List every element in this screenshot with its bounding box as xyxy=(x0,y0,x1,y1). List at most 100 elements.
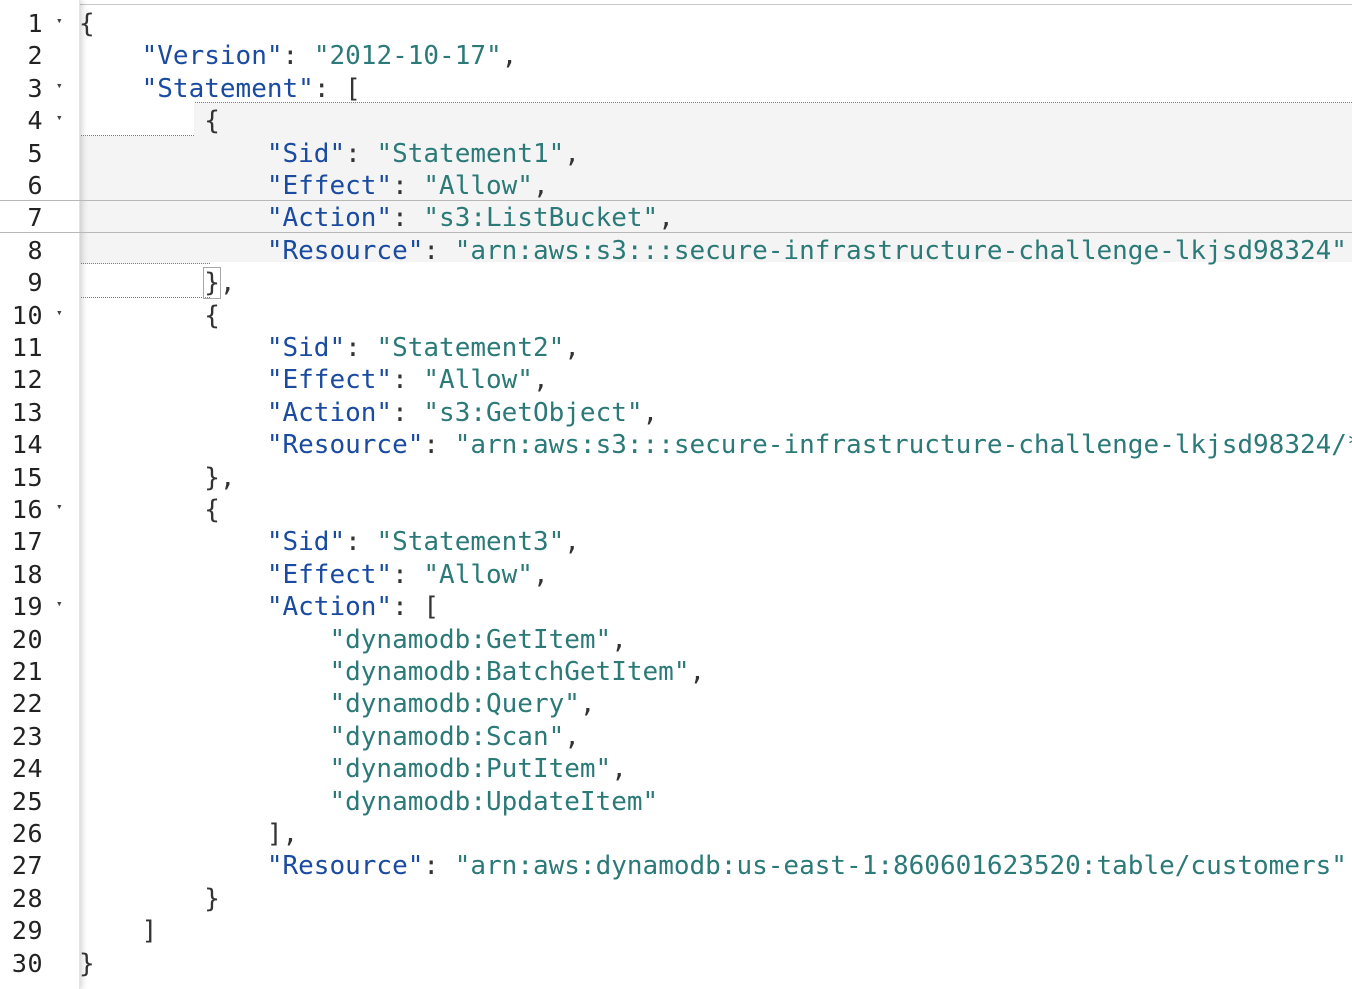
json-punctuation-token: , xyxy=(564,527,580,558)
line-number: 26 xyxy=(11,819,43,848)
fold-arrow-icon[interactable]: ▾ xyxy=(56,300,63,326)
gutter-line: 27 xyxy=(0,850,79,882)
line-number: 12 xyxy=(11,365,43,395)
code-line[interactable]: { xyxy=(79,105,220,137)
line-number: 3 xyxy=(27,73,43,103)
json-punctuation-token: , xyxy=(579,689,596,720)
json-punctuation-token: ], xyxy=(266,819,299,849)
json-string-token: "dynamodb:Query" xyxy=(329,689,580,720)
code-line[interactable]: "Action": [ xyxy=(79,591,439,623)
line-number: 8 xyxy=(27,235,43,265)
code-line[interactable]: "dynamodb:Scan", xyxy=(79,721,579,753)
json-punctuation-token: , xyxy=(532,559,549,590)
gutter-line: 4 ▾ xyxy=(0,105,79,137)
code-line[interactable]: "dynamodb:BatchGetItem", xyxy=(79,656,705,688)
json-key-token: "Statement" xyxy=(141,73,314,104)
code-line[interactable]: "Version": "2012-10-17", xyxy=(79,40,518,72)
json-punctuation-token: : xyxy=(282,41,314,72)
code-line[interactable]: "dynamodb:Query", xyxy=(79,688,596,720)
json-key-token: "Resource" xyxy=(266,235,424,266)
gutter-line: 24 xyxy=(0,753,79,785)
gutter-line: 10 ▾ xyxy=(0,300,79,332)
code-line[interactable]: "Resource": "arn:aws:s3:::secure-infrast… xyxy=(79,429,1352,461)
code-line[interactable]: ], xyxy=(79,818,298,850)
json-key-token: "Effect" xyxy=(266,559,393,590)
json-string-token: "arn:aws:dynamodb:us-east-1:860601623520… xyxy=(454,851,1347,882)
fold-arrow-icon[interactable]: ▾ xyxy=(56,73,63,99)
line-number: 21 xyxy=(11,657,43,686)
code-line[interactable]: "dynamodb:GetItem", xyxy=(79,624,627,656)
code-line[interactable]: "Sid": "Statement1", xyxy=(79,138,580,170)
json-key-token: "Effect" xyxy=(266,171,393,201)
code-line[interactable]: "Effect": "Allow", xyxy=(79,559,549,591)
json-punctuation-token: : xyxy=(423,851,455,882)
line-number: 7 xyxy=(27,203,43,233)
json-string-token: "dynamodb:GetItem" xyxy=(329,624,612,655)
json-punctuation-token: } xyxy=(79,948,95,979)
line-number: 23 xyxy=(11,721,43,751)
json-string-token: "arn:aws:s3:::secure-infrastructure-chal… xyxy=(454,235,1347,266)
line-number: 18 xyxy=(11,559,43,589)
code-line[interactable]: ] xyxy=(79,915,158,947)
code-line[interactable]: "Action": "s3:ListBucket", xyxy=(79,202,674,234)
json-punctuation-token: , xyxy=(564,333,580,363)
code-line[interactable]: "Resource": "arn:aws:dynamodb:us-east-1:… xyxy=(79,850,1347,882)
gutter-line: 17 xyxy=(0,526,79,558)
gutter-line: 16 ▾ xyxy=(0,494,79,526)
code-line[interactable]: { xyxy=(79,8,95,40)
gutter-line: 21 xyxy=(0,656,79,688)
json-string-token: "Statement1" xyxy=(376,138,565,169)
code-line[interactable]: "Resource": "arn:aws:s3:::secure-infrast… xyxy=(79,235,1347,267)
fold-arrow-icon[interactable]: ▾ xyxy=(56,8,63,34)
code-line[interactable]: "dynamodb:PutItem", xyxy=(79,753,626,785)
json-string-token: "s3:GetObject" xyxy=(423,397,643,428)
code-line[interactable]: "Sid": "Statement3", xyxy=(79,526,580,558)
json-key-token: "Sid" xyxy=(266,527,346,558)
json-punctuation-token: : xyxy=(392,203,424,234)
line-number-gutter[interactable]: 1 ▾ 2 3 ▾ 4 ▾ 5 6 7 8 9 10 ▾ 11 12 13 14 15 16 ▾ 17 18 19 ▾ 20 21 2… xyxy=(0,0,80,989)
json-punctuation-token: , xyxy=(611,624,627,655)
code-line[interactable]: { xyxy=(79,494,220,526)
code-line[interactable]: "Effect": "Allow", xyxy=(79,364,549,396)
json-string-token: "Allow" xyxy=(423,171,533,201)
code-line[interactable]: "Effect": "Allow", xyxy=(79,170,549,202)
code-line[interactable]: } xyxy=(79,883,220,915)
fold-arrow-icon[interactable]: ▾ xyxy=(56,105,63,131)
json-punctuation-token: : xyxy=(392,397,424,428)
line-number: 22 xyxy=(11,689,43,719)
code-line[interactable]: "dynamodb:UpdateItem" xyxy=(79,786,658,818)
code-line[interactable]: { xyxy=(79,300,220,332)
json-key-token: "Resource" xyxy=(266,851,424,882)
line-number: 6 xyxy=(27,171,43,200)
code-line[interactable]: }, xyxy=(79,267,236,300)
json-string-token: "2012-10-17" xyxy=(313,41,502,72)
gutter-line: 19 ▾ xyxy=(0,591,79,623)
json-punctuation-token: , xyxy=(501,41,518,72)
gutter-line: 23 xyxy=(0,721,79,753)
json-punctuation-token: ] xyxy=(141,916,158,947)
json-code-editor[interactable]: 1 ▾ 2 3 ▾ 4 ▾ 5 6 7 8 9 10 ▾ 11 12 13 14 15 16 ▾ 17 18 19 ▾ 20 21 2… xyxy=(0,0,1352,989)
code-line[interactable]: }, xyxy=(79,462,235,494)
fold-arrow-icon[interactable]: ▾ xyxy=(56,494,63,520)
line-number: 2 xyxy=(27,41,43,71)
json-key-token: "Action" xyxy=(266,592,393,623)
code-line[interactable]: } xyxy=(79,948,95,980)
json-punctuation-token: , xyxy=(658,203,674,234)
code-line[interactable]: "Statement": [ xyxy=(79,73,361,105)
code-line[interactable]: "Sid": "Statement2", xyxy=(79,332,580,364)
code-line[interactable]: "Action": "s3:GetObject", xyxy=(79,397,658,429)
json-key-token: "Sid" xyxy=(266,333,346,363)
gutter-line: 29 xyxy=(0,915,79,947)
line-number: 24 xyxy=(11,754,43,784)
fold-arrow-icon[interactable]: ▾ xyxy=(56,591,63,617)
